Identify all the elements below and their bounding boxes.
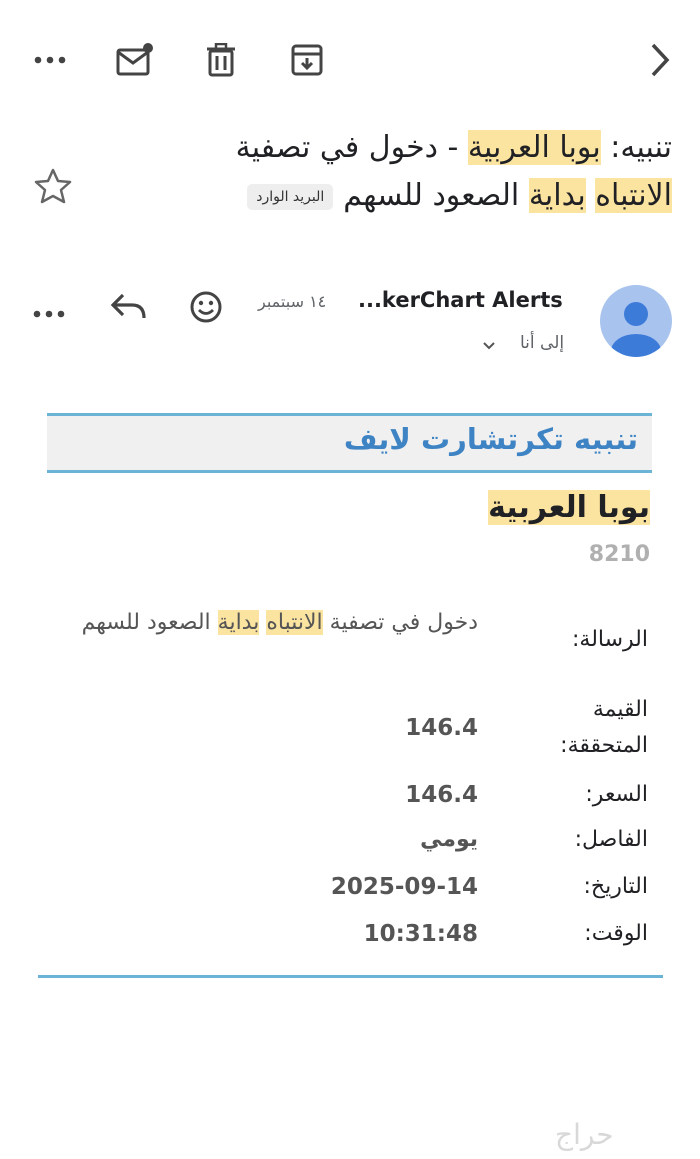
watermark: حراج: [555, 1118, 615, 1151]
reply-icon[interactable]: [110, 292, 148, 326]
star-icon[interactable]: [34, 168, 72, 208]
emoji-icon[interactable]: [189, 290, 223, 328]
date-value: 2025-09-14: [330, 874, 478, 900]
alert-card-header: تنبيه تكرتشارت لايف: [47, 413, 652, 473]
date-label: التاريخ:: [583, 874, 648, 899]
sender-name[interactable]: ...kerChart Alerts: [358, 288, 563, 312]
message-value: دخول في تصفية الانتباه بداية الصعود للسه…: [81, 610, 478, 635]
achieved-value-label: القيمة المتحققة:: [560, 697, 648, 758]
card-bottom-divider: [38, 975, 663, 978]
expand-chevron-icon[interactable]: [482, 336, 496, 355]
symbol-code: 8210: [588, 542, 650, 567]
interval-value: يومي: [420, 827, 478, 852]
symbol-name: بوبا العربية: [488, 490, 650, 525]
email-subject: تنبيه: بوبا العربية - دخول في تصفية الان…: [235, 130, 672, 213]
alert-card-title: تنبيه تكرتشارت لايف: [343, 422, 638, 456]
achieved-value: 146.4: [405, 715, 478, 741]
avatar-icon[interactable]: [600, 285, 672, 357]
trash-icon[interactable]: [201, 40, 241, 80]
more-icon[interactable]: [30, 40, 70, 80]
price-label: السعر:: [585, 782, 648, 807]
mark-unread-icon[interactable]: [115, 40, 155, 80]
time-label: الوقت:: [584, 921, 648, 946]
message-date: ١٤ سبتمبر: [258, 292, 327, 311]
interval-label: الفاصل:: [574, 827, 648, 852]
back-chevron-icon[interactable]: [640, 40, 680, 80]
message-label: الرسالة:: [571, 627, 648, 652]
price-value: 146.4: [405, 782, 478, 808]
recipient-label[interactable]: إلى أنا: [520, 333, 564, 353]
time-value: 10:31:48: [363, 921, 478, 947]
archive-icon[interactable]: [287, 40, 327, 80]
message-more-icon[interactable]: [33, 303, 65, 322]
inbox-label-badge[interactable]: البريد الوارد: [247, 183, 334, 210]
